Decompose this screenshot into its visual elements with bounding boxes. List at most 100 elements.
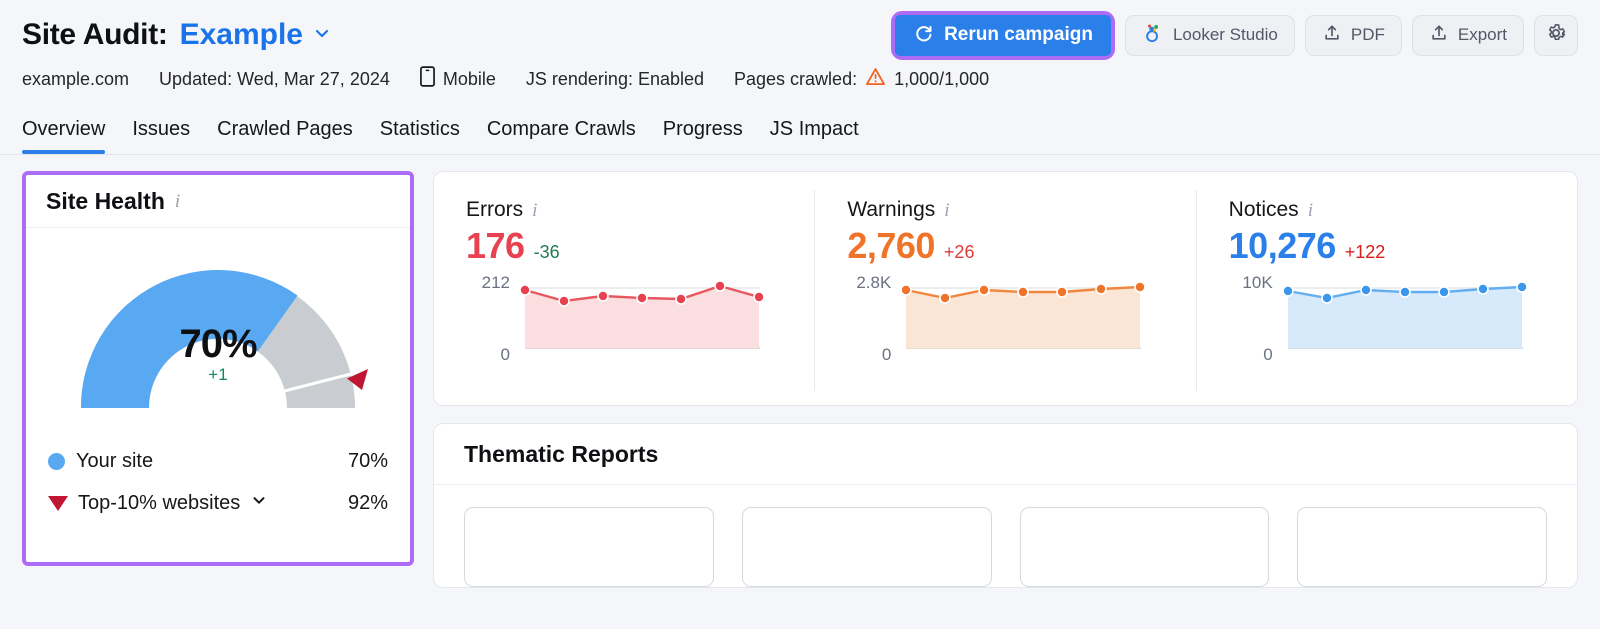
thematic-report-tile[interactable] <box>464 507 714 587</box>
rerun-campaign-highlight: Rerun campaign <box>891 11 1115 60</box>
site-health-card: Site Health i 70% +1 <box>22 171 414 566</box>
project-selector-label[interactable]: Example <box>180 18 303 52</box>
metric-notices-delta: +122 <box>1345 242 1386 263</box>
rerun-campaign-button[interactable]: Rerun campaign <box>895 15 1111 56</box>
meta-row: example.com Updated: Wed, Mar 27, 2024 M… <box>22 66 1578 92</box>
metric-errors: Errors i 176 -36 212 0 <box>434 190 814 391</box>
info-icon[interactable]: i <box>944 201 949 220</box>
metric-notices-values: 10,276 +122 <box>1229 225 1547 267</box>
upload-icon <box>1322 23 1342 48</box>
metric-notices-header: Notices i <box>1229 198 1547 222</box>
legend-value-top10: 92% <box>348 492 388 515</box>
left-column: Site Health i 70% +1 <box>22 171 414 566</box>
tabs: Overview Issues Crawled Pages Statistics… <box>22 118 1578 154</box>
metric-notices-sparkline-wrap: 10K 0 <box>1229 281 1547 355</box>
gauge-fill <box>81 270 298 408</box>
metric-notices-axis-bottom: 0 <box>1263 345 1272 365</box>
mobile-phone-icon <box>420 66 435 92</box>
metrics-card: Errors i 176 -36 212 0 <box>433 171 1578 406</box>
pdf-export-label: PDF <box>1351 25 1385 45</box>
metric-warnings: Warnings i 2,760 +26 2.8K 0 <box>814 190 1195 391</box>
legend-row-top10: Top-10% websites 92% <box>48 482 388 524</box>
info-icon[interactable]: i <box>532 201 537 220</box>
title-row: Site Audit: Example Rerun campaign <box>22 10 1578 60</box>
thematic-reports-title: Thematic Reports <box>464 441 658 467</box>
thematic-reports-header: Thematic Reports <box>434 424 1577 485</box>
metric-errors-name: Errors <box>466 198 523 222</box>
thematic-reports-card: Thematic Reports <box>433 423 1578 588</box>
main-content: Site Health i 70% +1 <box>0 155 1600 588</box>
looker-studio-icon <box>1142 22 1164 49</box>
tab-compare-crawls[interactable]: Compare Crawls <box>487 118 636 154</box>
thematic-reports-tiles <box>434 485 1577 587</box>
chevron-down-icon[interactable] <box>312 23 332 48</box>
metrics-row: Errors i 176 -36 212 0 <box>434 172 1577 405</box>
metric-warnings-sparkline-wrap: 2.8K 0 <box>847 281 1165 355</box>
meta-device: Mobile <box>420 66 496 92</box>
metric-notices-sparkline <box>1283 281 1528 353</box>
thematic-report-tile[interactable] <box>1297 507 1547 587</box>
tab-statistics[interactable]: Statistics <box>380 118 460 154</box>
rerun-campaign-label: Rerun campaign <box>944 24 1093 46</box>
legend-triangle-icon <box>48 496 68 511</box>
page-title: Site Audit: <box>22 18 168 52</box>
site-health-header: Site Health i <box>26 175 410 228</box>
thematic-report-tile[interactable] <box>742 507 992 587</box>
legend-row-your-site: Your site 70% <box>48 440 388 482</box>
gauge-svg <box>53 238 383 424</box>
metric-notices-axis: 10K 0 <box>1229 281 1283 355</box>
info-icon[interactable]: i <box>1308 201 1313 220</box>
tab-progress[interactable]: Progress <box>663 118 743 154</box>
page-header: Site Audit: Example Rerun campaign <box>0 0 1600 92</box>
metric-warnings-header: Warnings i <box>847 198 1165 222</box>
site-health-gauge: 70% +1 <box>26 238 410 434</box>
meta-pages-crawled: Pages crawled: 1,000/1,000 <box>734 67 989 91</box>
metric-notices: Notices i 10,276 +122 10K 0 <box>1196 190 1577 391</box>
meta-js-rendering: JS rendering: Enabled <box>526 69 704 90</box>
metric-warnings-value: 2,760 <box>847 225 935 267</box>
looker-studio-label: Looker Studio <box>1173 25 1278 45</box>
settings-button[interactable] <box>1534 15 1578 56</box>
right-column: Errors i 176 -36 212 0 <box>433 171 1578 588</box>
metric-errors-delta: -36 <box>534 242 560 263</box>
warning-triangle-icon <box>865 67 886 91</box>
metric-errors-sparkline <box>520 281 765 353</box>
metric-errors-axis: 212 0 <box>466 281 520 355</box>
upload-icon <box>1429 23 1449 48</box>
tab-bar: Overview Issues Crawled Pages Statistics… <box>0 118 1600 154</box>
legend-label-your-site: Your site <box>76 450 153 473</box>
meta-pages-crawled-value: 1,000/1,000 <box>894 69 989 90</box>
metric-warnings-sparkline <box>901 281 1146 353</box>
meta-device-label: Mobile <box>443 69 496 90</box>
meta-pages-crawled-label: Pages crawled: <box>734 69 857 90</box>
metric-warnings-values: 2,760 +26 <box>847 225 1165 267</box>
metric-errors-sparkline-wrap: 212 0 <box>466 281 784 355</box>
refresh-icon <box>913 22 934 49</box>
tab-crawled-pages[interactable]: Crawled Pages <box>217 118 353 154</box>
export-label: Export <box>1458 25 1507 45</box>
metric-warnings-name: Warnings <box>847 198 935 222</box>
metric-errors-axis-top: 212 <box>482 273 510 293</box>
thematic-report-tile[interactable] <box>1020 507 1270 587</box>
gear-icon <box>1545 22 1567 49</box>
site-health-title: Site Health <box>46 188 165 215</box>
meta-updated: Updated: Wed, Mar 27, 2024 <box>159 69 390 90</box>
chevron-down-icon[interactable] <box>250 491 268 515</box>
tab-js-impact[interactable]: JS Impact <box>770 118 859 154</box>
tab-overview[interactable]: Overview <box>22 118 105 154</box>
metric-warnings-axis: 2.8K 0 <box>847 281 901 355</box>
metric-errors-axis-bottom: 0 <box>501 345 510 365</box>
metric-errors-header: Errors i <box>466 198 784 222</box>
legend-dot-icon <box>48 453 65 470</box>
export-button[interactable]: Export <box>1412 15 1524 56</box>
metric-errors-values: 176 -36 <box>466 225 784 267</box>
metric-notices-value: 10,276 <box>1229 225 1336 267</box>
metric-errors-value: 176 <box>466 225 525 267</box>
legend-value-your-site: 70% <box>348 450 388 473</box>
info-icon[interactable]: i <box>175 192 180 211</box>
site-health-legend: Your site 70% Top-10% websites 92% <box>26 434 410 524</box>
pdf-export-button[interactable]: PDF <box>1305 15 1402 56</box>
metric-notices-axis-top: 10K <box>1242 273 1272 293</box>
tab-issues[interactable]: Issues <box>132 118 190 154</box>
looker-studio-button[interactable]: Looker Studio <box>1125 15 1295 56</box>
